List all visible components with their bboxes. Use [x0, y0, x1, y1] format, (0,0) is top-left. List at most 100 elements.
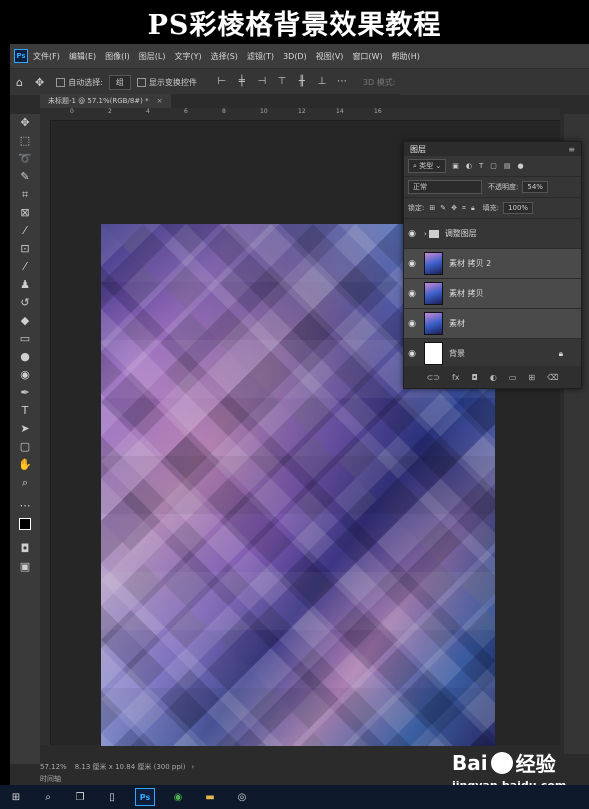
new-layer-icon[interactable]: ⊞ — [528, 373, 535, 382]
chevron-right-icon[interactable]: › — [191, 763, 194, 771]
camera-app-icon[interactable]: ◎ — [233, 789, 251, 805]
lock-pixels-icon[interactable]: ✎ — [440, 204, 446, 212]
menu-select[interactable]: 选择(S) — [211, 51, 238, 62]
align-right-icon[interactable]: ⊣ — [255, 77, 269, 87]
chevron-right-icon[interactable]: › — [424, 230, 427, 238]
fx-icon[interactable]: fx — [452, 373, 460, 382]
search-icon[interactable]: ⌕ — [39, 789, 57, 805]
opacity-input[interactable]: 54% — [522, 181, 548, 193]
task-view-icon[interactable]: ❐ — [71, 789, 89, 805]
document-tab[interactable]: 未标题-1 @ 57.1%(RGB/8#) * × — [40, 94, 171, 108]
history-brush-icon[interactable]: ↺ — [16, 296, 34, 310]
adjustment-icon[interactable]: ◐ — [490, 373, 497, 382]
distribute-icon[interactable]: ⋯ — [335, 77, 349, 87]
panel-menu-icon[interactable]: ≡ — [568, 145, 575, 154]
visibility-eye-icon[interactable]: ◉ — [404, 259, 420, 269]
type-tool-icon[interactable]: T — [16, 404, 34, 418]
align-top-icon[interactable]: ⊤ — [275, 77, 289, 87]
quick-mask-icon[interactable]: ◘ — [16, 542, 34, 556]
zoom-tool-icon[interactable]: ⌕ — [16, 476, 34, 490]
move-tool-icon[interactable]: ✥ — [16, 116, 34, 130]
menu-window[interactable]: 窗口(W) — [352, 51, 382, 62]
menu-layer[interactable]: 图层(L) — [139, 51, 166, 62]
filter-shape-icon[interactable]: ▢ — [490, 162, 497, 170]
lock-transparent-icon[interactable]: ⊞ — [429, 204, 435, 212]
doc-info[interactable]: 8.13 厘米 x 10.84 厘米 (300 ppi) — [75, 762, 186, 772]
link-icon[interactable]: ⊂⊃ — [427, 373, 440, 382]
layer-filter-dropdown[interactable]: ⌕ 类型 ⌄ — [408, 159, 447, 173]
eyedropper-tool-icon[interactable]: ⁄ — [16, 224, 34, 238]
filter-toggle-icon[interactable]: ● — [518, 162, 524, 170]
menu-image[interactable]: 图像(I) — [105, 51, 130, 62]
menu-view[interactable]: 视图(V) — [316, 51, 344, 62]
filter-adjust-icon[interactable]: ◐ — [466, 162, 472, 170]
timeline-tab[interactable]: 时间轴 — [40, 774, 80, 784]
fill-input[interactable]: 100% — [503, 202, 534, 214]
lasso-tool-icon[interactable]: ➰ — [16, 152, 34, 166]
show-transform-checkbox[interactable] — [136, 77, 146, 87]
blur-tool-icon[interactable]: ● — [16, 350, 34, 364]
menu-help[interactable]: 帮助(H) — [392, 51, 420, 62]
folder-app-icon[interactable]: ▬ — [201, 789, 219, 805]
lock-artboard-icon[interactable]: ⌗ — [462, 204, 466, 213]
shape-tool-icon[interactable]: ▢ — [16, 440, 34, 454]
auto-select-dropdown[interactable]: 组 — [108, 74, 131, 90]
mask-icon[interactable]: ◘ — [472, 373, 478, 382]
layer-thumbnail — [424, 342, 443, 365]
visibility-eye-icon[interactable]: ◉ — [404, 289, 420, 299]
layer-row-group[interactable]: ◉ › 调整图层 — [404, 219, 581, 249]
visibility-eye-icon[interactable]: ◉ — [404, 319, 420, 329]
visibility-eye-icon[interactable]: ◉ — [404, 349, 420, 359]
trash-icon[interactable]: ⌫ — [547, 373, 558, 382]
home-icon[interactable]: ⌂ — [16, 76, 23, 89]
align-center-icon[interactable]: ╪ — [235, 77, 249, 87]
filter-smart-icon[interactable]: ▤ — [504, 162, 511, 170]
color-swatches-icon[interactable] — [16, 518, 34, 532]
menu-type[interactable]: 文字(Y) — [174, 51, 201, 62]
layer-row-copy2[interactable]: ◉ 素材 拷贝 2 — [404, 249, 581, 279]
stamp-tool-icon[interactable]: ♟ — [16, 278, 34, 292]
layer-name: 素材 — [449, 319, 465, 328]
move-tool-icon[interactable]: ✥ — [35, 76, 44, 89]
dodge-tool-icon[interactable]: ◉ — [16, 368, 34, 382]
auto-select-checkbox[interactable] — [56, 77, 66, 87]
crop-tool-icon[interactable]: ⌗ — [16, 188, 34, 202]
group-icon[interactable]: ▭ — [509, 373, 517, 382]
browser-app-icon[interactable]: ◉ — [169, 789, 187, 805]
windows-start-icon[interactable]: ⊞ — [7, 789, 25, 805]
menu-edit[interactable]: 编辑(E) — [69, 51, 96, 62]
healing-tool-icon[interactable]: ⊡ — [16, 242, 34, 256]
align-left-icon[interactable]: ⊢ — [215, 77, 229, 87]
path-select-icon[interactable]: ➤ — [16, 422, 34, 436]
filter-type-icon[interactable]: T — [479, 162, 483, 170]
marquee-tool-icon[interactable]: ⬚ — [16, 134, 34, 148]
blend-mode-dropdown[interactable]: 正常 — [408, 180, 482, 194]
zoom-readout[interactable]: 57.12% — [40, 763, 67, 771]
close-icon[interactable]: × — [157, 97, 163, 105]
menu-3d[interactable]: 3D(D) — [283, 52, 307, 61]
menu-filter[interactable]: 滤镜(T) — [247, 51, 274, 62]
layer-row-background[interactable]: ◉ 背景 🔒︎ — [404, 339, 581, 369]
frame-tool-icon[interactable]: ⊠ — [16, 206, 34, 220]
quick-select-tool-icon[interactable]: ✎ — [16, 170, 34, 184]
lock-all-icon[interactable]: 🔒︎ — [471, 204, 475, 213]
visibility-eye-icon[interactable]: ◉ — [404, 229, 420, 239]
hand-tool-icon[interactable]: ✋ — [16, 458, 34, 472]
brush-tool-icon[interactable]: ⁄ — [16, 260, 34, 274]
gradient-tool-icon[interactable]: ▭ — [16, 332, 34, 346]
filter-pixel-icon[interactable]: ▣ — [452, 162, 459, 170]
phone-app-icon[interactable]: ▯ — [103, 789, 121, 805]
lock-position-icon[interactable]: ✥ — [451, 204, 457, 212]
pen-tool-icon[interactable]: ✒ — [16, 386, 34, 400]
align-bottom-icon[interactable]: ⊥ — [315, 77, 329, 87]
align-middle-icon[interactable]: ╫ — [295, 77, 309, 87]
layer-row-copy[interactable]: ◉ 素材 拷贝 — [404, 279, 581, 309]
layers-panel: 图层 ≡ ⌕ 类型 ⌄ ▣ ◐ T ▢ ▤ ● 正常 不透明度: 54% 锁定:… — [403, 141, 582, 389]
screen-mode-icon[interactable]: ▣ — [16, 560, 34, 574]
edit-toolbar-icon[interactable]: ⋯ — [16, 499, 34, 513]
photoshop-app-icon[interactable]: Ps — [135, 788, 155, 806]
menu-file[interactable]: 文件(F) — [33, 51, 60, 62]
layer-thumbnail — [424, 252, 443, 275]
layer-row-material[interactable]: ◉ 素材 — [404, 309, 581, 339]
eraser-tool-icon[interactable]: ◆ — [16, 314, 34, 328]
